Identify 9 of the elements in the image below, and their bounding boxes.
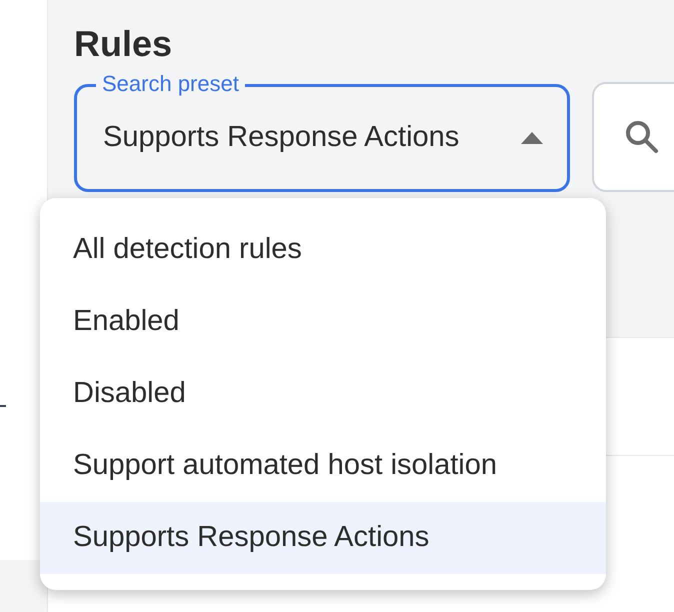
- menu-item[interactable]: Enabled: [40, 286, 606, 358]
- caret-icon: [521, 132, 543, 144]
- menu-item[interactable]: All detection rules: [40, 214, 606, 286]
- menu-item[interactable]: Disabled: [40, 358, 606, 430]
- search-icon: [624, 119, 660, 155]
- page-title: Rules: [74, 22, 174, 66]
- menu-item[interactable]: Supports Response Actions: [40, 502, 606, 574]
- menu-item[interactable]: Support automated host isolation: [40, 430, 606, 502]
- select-value: Supports Response Actions: [103, 120, 460, 156]
